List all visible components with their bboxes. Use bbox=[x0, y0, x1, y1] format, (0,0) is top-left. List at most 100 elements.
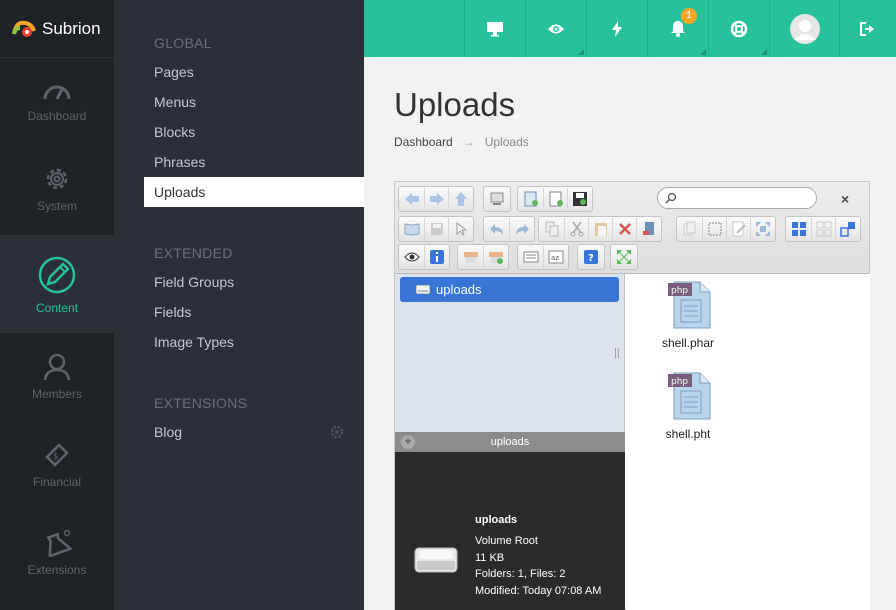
paste-button[interactable] bbox=[588, 218, 612, 240]
sort-button[interactable]: az bbox=[543, 246, 567, 268]
get-info-button[interactable] bbox=[424, 246, 448, 268]
submenu-heading-global: GLOBAL bbox=[154, 35, 212, 51]
submenu-item-pages[interactable]: Pages bbox=[144, 57, 364, 87]
help-button[interactable] bbox=[708, 0, 769, 57]
back-button[interactable] bbox=[400, 188, 424, 210]
close-icon[interactable]: × bbox=[841, 191, 849, 207]
view-icons-button[interactable] bbox=[787, 218, 811, 240]
rail-item-system[interactable]: System bbox=[0, 147, 114, 235]
create-archive-button[interactable] bbox=[483, 246, 507, 268]
submenu-heading-extensions: EXTENSIONS bbox=[154, 395, 248, 411]
delete-button[interactable] bbox=[612, 218, 636, 240]
submenu-item-uploads[interactable]: Uploads bbox=[144, 177, 364, 207]
rail-label: Members bbox=[31, 387, 82, 401]
help-dialog-button[interactable]: ? bbox=[579, 246, 603, 268]
info-size: 11 KB bbox=[475, 552, 505, 564]
new-folder-icon bbox=[524, 191, 538, 207]
reload-button[interactable] bbox=[485, 188, 509, 210]
brand-logo[interactable]: Subrion bbox=[0, 0, 114, 58]
arrow-right-icon bbox=[429, 193, 444, 205]
edit-file-button[interactable] bbox=[726, 218, 750, 240]
rename-button[interactable] bbox=[702, 218, 726, 240]
file-item-shell-pht[interactable]: php shell.pht bbox=[648, 371, 728, 441]
quick-actions-button[interactable] bbox=[586, 0, 647, 57]
blog-settings-gear-icon[interactable] bbox=[330, 425, 344, 439]
view-frontend-button[interactable] bbox=[464, 0, 525, 57]
extract-button[interactable] bbox=[459, 246, 483, 268]
info-panel-title: uploads bbox=[490, 436, 530, 448]
user-menu-button[interactable] bbox=[769, 0, 839, 57]
info-modified: Modified: Today 07:08 AM bbox=[475, 585, 602, 597]
new-file-button[interactable] bbox=[543, 188, 567, 210]
up-button[interactable] bbox=[448, 188, 472, 210]
logout-button[interactable] bbox=[839, 0, 896, 57]
rail-item-members[interactable]: Members bbox=[0, 335, 114, 423]
expand-plus-icon[interactable]: + bbox=[401, 435, 415, 449]
info-counts: Folders: 1, Files: 2 bbox=[475, 568, 566, 580]
new-file-icon bbox=[549, 191, 563, 207]
search-icon bbox=[665, 192, 677, 204]
brand-name: Subrion bbox=[42, 18, 101, 38]
breadcrumb-current: Uploads bbox=[484, 135, 529, 149]
toolbar-group-sort: az bbox=[517, 244, 569, 270]
open-button[interactable] bbox=[400, 218, 424, 240]
rail-item-dashboard[interactable]: Dashboard bbox=[0, 59, 114, 147]
eye-icon bbox=[404, 252, 420, 262]
forward-button[interactable] bbox=[424, 188, 448, 210]
duplicate-button[interactable] bbox=[678, 218, 702, 240]
submenu-item-field-groups[interactable]: Field Groups bbox=[144, 267, 364, 297]
upload-button[interactable] bbox=[567, 188, 591, 210]
new-folder-button[interactable] bbox=[519, 188, 543, 210]
info-icon bbox=[429, 250, 444, 264]
delete-x-icon bbox=[618, 223, 631, 235]
computer-reload-icon bbox=[490, 192, 504, 205]
select-button[interactable] bbox=[448, 218, 472, 240]
download-button[interactable] bbox=[424, 218, 448, 240]
submenu-item-image-types[interactable]: Image Types bbox=[144, 327, 364, 357]
toolbar-group-edit bbox=[676, 216, 776, 242]
copy-button[interactable] bbox=[540, 218, 564, 240]
pane-splitter-handle[interactable]: || bbox=[614, 347, 620, 359]
fullscreen-button[interactable] bbox=[612, 246, 636, 268]
file-item-shell-phar[interactable]: php shell.phar bbox=[648, 280, 728, 350]
submenu-item-fields[interactable]: Fields bbox=[144, 297, 364, 327]
notifications-button[interactable]: 1 bbox=[647, 0, 708, 57]
preview-button[interactable] bbox=[525, 0, 586, 57]
breadcrumb-separator: → bbox=[462, 135, 475, 149]
submenu-heading-extended: EXTENDED bbox=[154, 245, 233, 261]
small-grid-icon bbox=[816, 221, 831, 237]
breadcrumb-home-link[interactable]: Dashboard bbox=[394, 135, 453, 149]
search-input[interactable] bbox=[680, 189, 810, 207]
tree-item-uploads[interactable]: uploads bbox=[400, 277, 619, 302]
user-icon bbox=[43, 353, 71, 381]
notifications-badge: 1 bbox=[681, 8, 697, 24]
empty-folder-button[interactable] bbox=[636, 218, 660, 240]
undo-button[interactable] bbox=[485, 218, 509, 240]
redo-button[interactable] bbox=[509, 218, 533, 240]
icon-rail: Subrion Dashboard System Content Members bbox=[0, 0, 114, 610]
search-field bbox=[657, 187, 817, 209]
paste-icon bbox=[594, 223, 607, 236]
rail-label: Content bbox=[35, 301, 79, 315]
rail-item-financial[interactable]: $ Financial bbox=[0, 423, 114, 511]
rail-item-extensions[interactable]: Extensions bbox=[0, 511, 114, 599]
gear-icon bbox=[46, 168, 68, 190]
rail-item-content[interactable]: Content bbox=[0, 235, 114, 333]
submenu-item-blocks[interactable]: Blocks bbox=[144, 117, 364, 147]
dropdown-corner-indicator bbox=[761, 49, 767, 55]
rail-label: Dashboard bbox=[27, 109, 87, 123]
preview-file-button[interactable] bbox=[400, 246, 424, 268]
submenu-item-menus[interactable]: Menus bbox=[144, 87, 364, 117]
money-tag-icon: $ bbox=[45, 443, 69, 467]
resize-button[interactable] bbox=[750, 218, 774, 240]
cut-button[interactable] bbox=[564, 218, 588, 240]
view-small-icons-button[interactable] bbox=[811, 218, 835, 240]
view-details-button[interactable] bbox=[519, 246, 543, 268]
logout-icon bbox=[860, 21, 874, 36]
submenu-item-phrases[interactable]: Phrases bbox=[144, 147, 364, 177]
toolbar-group-reload bbox=[483, 186, 511, 212]
dropdown-corner-indicator bbox=[700, 49, 706, 55]
redo-icon bbox=[515, 224, 529, 235]
toolbar-group-fullscreen bbox=[610, 244, 638, 270]
view-list-button[interactable] bbox=[835, 218, 859, 240]
